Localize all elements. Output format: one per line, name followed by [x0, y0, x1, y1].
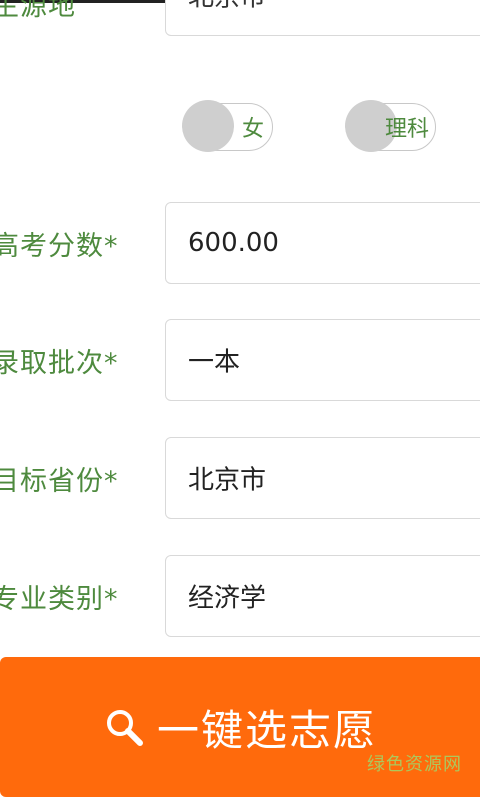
search-icon: [103, 706, 145, 748]
target-province-value: 北京市: [188, 465, 267, 496]
major-category-select[interactable]: 经济学: [165, 555, 480, 637]
batch-label: 录取批次*: [0, 348, 119, 379]
major-category-value: 经济学: [188, 583, 267, 614]
target-province-select[interactable]: 北京市: [165, 437, 480, 519]
batch-select[interactable]: 一本: [165, 319, 480, 401]
score-input[interactable]: 600.00: [165, 202, 480, 284]
search-button-label: 一键选志愿: [156, 706, 377, 754]
gender-toggle-knob: [182, 100, 234, 152]
major-category-label: 专业类别*: [0, 584, 119, 615]
batch-value: 一本: [188, 347, 241, 378]
subject-toggle-label: 理科: [384, 117, 429, 142]
origin-value: 北京市: [188, 0, 266, 14]
score-label: 高考分数*: [0, 231, 119, 262]
gender-toggle[interactable]: 女: [182, 100, 273, 152]
one-click-search-button[interactable]: 一键选志愿: [0, 657, 480, 797]
origin-field[interactable]: 北京市: [165, 0, 480, 36]
score-value: 600.00: [188, 228, 279, 258]
watermark: 绿色资源网: [367, 754, 462, 775]
gender-toggle-label: 女: [241, 117, 264, 142]
target-province-label: 目标省份*: [0, 466, 119, 497]
origin-label: 生源地: [0, 0, 76, 22]
subject-toggle[interactable]: 理科: [345, 100, 436, 152]
